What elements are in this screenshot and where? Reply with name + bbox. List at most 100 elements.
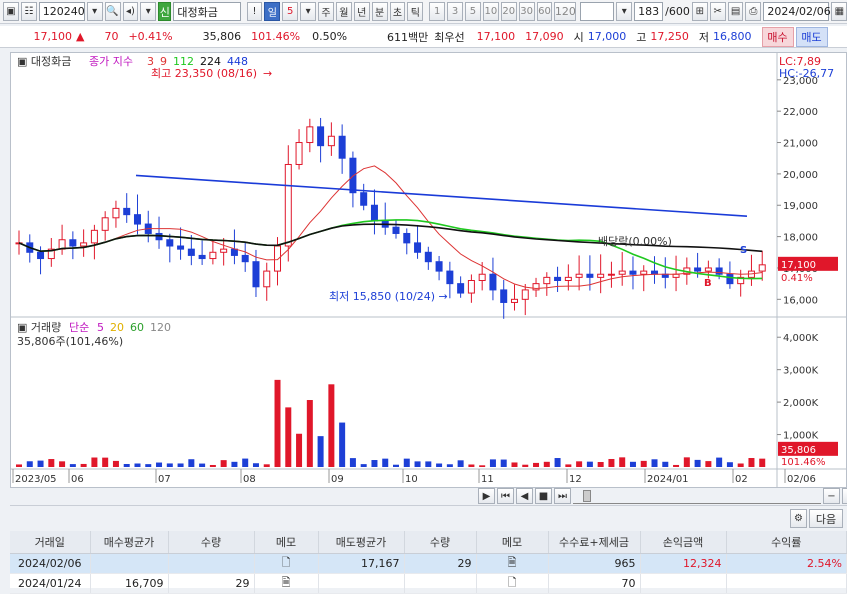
fast-forward-icon[interactable]: ⏭ [554,488,571,504]
zoom-slider[interactable] [573,488,821,504]
dropdown-icon[interactable]: ▾ [300,2,317,21]
table-row[interactable]: 2024/01/24 16,709 29 🗎 🗋 70 [10,573,847,594]
tab-min-1[interactable]: 1 [429,2,446,21]
volume-bar [123,463,130,467]
slider-handle[interactable] [583,490,591,502]
sell-marker: S [740,245,747,256]
tab-year[interactable]: 년 [353,2,370,21]
speaker-icon[interactable]: ◂) [122,2,139,21]
stop-icon[interactable]: ■ [535,488,552,504]
table-row[interactable]: 2024/02/06 🗋 17,167 29 🗎 965 12,324 2.54… [10,553,847,574]
window-icon[interactable]: ▣ [3,2,19,21]
scroll-right-icon[interactable]: ▶ [478,488,495,504]
open-price: 17,000 [587,30,627,43]
tab-tick[interactable]: 틱 [407,2,424,21]
candle-body [403,232,411,244]
volume-bar [328,384,335,467]
candle-body [69,239,77,247]
dropdown-icon[interactable]: ▾ [616,2,633,21]
cell-date: 2024/02/06 [10,553,91,574]
volume-bar [608,458,615,467]
memo-edit-icon[interactable]: 🗎 [508,556,517,569]
scissors-icon[interactable]: ✂ [709,2,726,21]
tab-week[interactable]: 주 [318,2,334,21]
candle-body [198,254,206,260]
volume-bar [446,464,453,467]
tab-second[interactable]: 초 [389,2,406,21]
rewind-icon[interactable]: ⏮ [497,488,514,504]
tab-min-20[interactable]: 20 [500,2,517,21]
buy-button[interactable]: 매수 [761,26,794,47]
date-field[interactable]: 2024/02/06 [763,2,831,21]
stock-code-input[interactable]: 120240 [38,2,85,21]
save-icon[interactable]: ▤ [727,2,744,21]
stock-name-field: 대정화금 [173,2,241,21]
stock-chart[interactable]: 23,00022,00021,00020,00019,00018,00017,0… [11,53,846,487]
tab-min-120[interactable]: 120 [554,2,577,21]
tab-day[interactable]: 일 [264,2,281,21]
volume-bar [177,463,184,467]
volume-ratio: 101.46% [251,30,301,43]
custom-period-input[interactable] [580,2,615,21]
volume-bar [285,407,292,467]
cell-buy-qty: 29 [168,573,255,594]
volume-bar [468,464,475,467]
calendar-icon[interactable]: ▦ [831,2,847,21]
cell-sell-memo[interactable]: 🗎 [476,553,549,574]
x-tick-label: 2023/05 [15,474,57,485]
volume-ma-item: 120 [150,321,171,334]
volume-bar [436,463,443,467]
candle-body [543,276,551,285]
y-tick-label: 19,000 [783,201,818,212]
cell-buy-memo[interactable]: 🗋 [254,553,319,574]
candle-body [640,270,648,275]
volume-bar [220,460,227,467]
bid-price: 17,090 [525,30,564,43]
current-pct-tag: 0.41% [781,273,813,284]
chart-nav: ▶ ⏮ ◀ ■ ⏭ − + ✕ [0,487,847,505]
cell-buy-memo[interactable]: 🗎 [254,573,319,594]
volume-current-tag: 35,806 [781,445,816,456]
volume-bar [662,461,669,467]
tab-month[interactable]: 월 [335,2,352,21]
zoom-out-icon[interactable]: − [823,488,840,504]
candle-body [607,273,615,276]
volume-bar [726,462,733,467]
volume-ma-item: 60 [130,321,144,334]
candle-body [435,261,443,272]
candle-body [478,273,486,282]
candle-body [726,273,734,285]
gear-icon[interactable]: ⚙ [790,509,807,528]
tab-min-10[interactable]: 10 [482,2,499,21]
dropdown-icon[interactable]: ▾ [140,2,157,21]
volume-bar [48,459,55,467]
tab-min-3[interactable]: 3 [447,2,464,21]
memo-edit-icon[interactable]: 🗎 [282,576,291,589]
tab-min-5[interactable]: 5 [465,2,481,21]
tab-minute[interactable]: 분 [371,2,388,21]
volume-bar [26,461,33,467]
sell-button[interactable]: 매도 [795,26,828,47]
play-back-icon[interactable]: ◀ [516,488,533,504]
next-button[interactable]: 다음 [809,509,843,528]
cell-sell-memo[interactable]: 🗋 [476,573,549,594]
candle-body [263,270,271,288]
low-price: 16,800 [713,30,752,43]
chart-settings-icon[interactable]: ⊞ [691,2,708,21]
tab-min-30[interactable]: 30 [518,2,535,21]
chart-panel[interactable]: 23,00022,00021,00020,00019,00018,00017,0… [10,52,847,488]
best-label: 최우선 [434,30,465,44]
search-icon[interactable]: 🔍 [104,2,121,21]
col-return: 수익률 [726,531,847,554]
zoom-in-icon[interactable]: + [842,488,847,504]
period-count-field[interactable]: 5 [282,2,299,21]
memo-doc-icon[interactable]: 🗋 [282,556,291,569]
tab-min-60[interactable]: 60 [536,2,553,21]
volume-bar [296,433,303,467]
dropdown-icon[interactable]: ▾ [86,2,103,21]
count-field[interactable]: 183 [634,2,664,21]
info-icon[interactable]: ! [246,2,263,21]
memo-doc-icon[interactable]: 🗋 [508,576,517,589]
print-icon[interactable]: ⎙ [745,2,762,21]
grid-icon[interactable]: ☷ [20,2,37,21]
